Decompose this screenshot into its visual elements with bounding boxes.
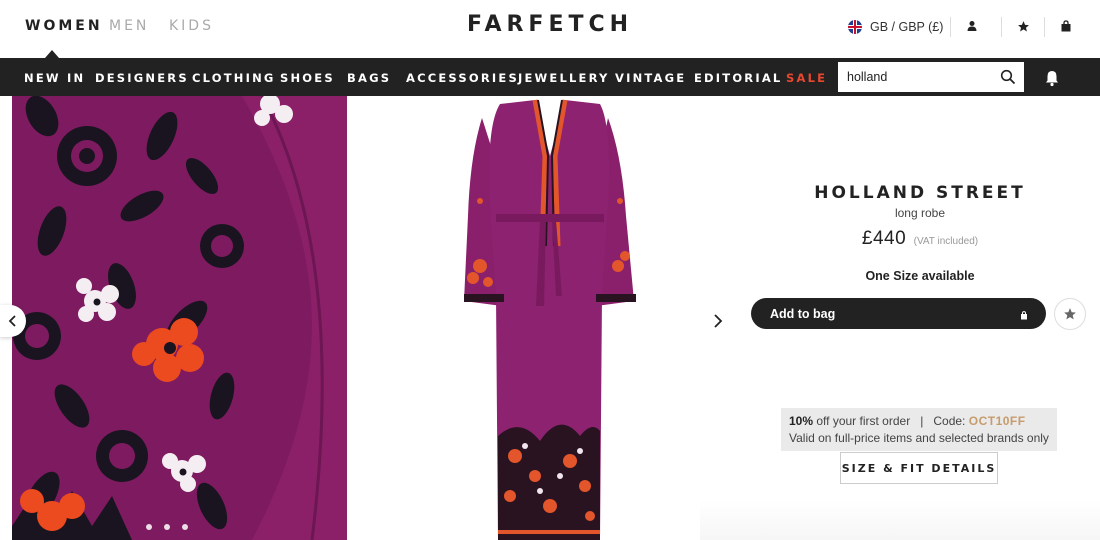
product-price: £440 — [861, 228, 907, 249]
size-availability: One Size available — [865, 269, 975, 283]
nav-item-clothing[interactable]: CLOTHING — [192, 71, 276, 85]
bag-icon[interactable] — [1057, 17, 1075, 35]
bell-icon[interactable] — [1043, 69, 1061, 87]
add-to-bag-label: Add to bag — [770, 306, 836, 321]
gallery-dot[interactable] — [164, 524, 170, 530]
gallery-pagination — [146, 524, 188, 530]
nav-item-sale[interactable]: SALE — [786, 71, 827, 85]
site-logo[interactable]: FARFETCH — [460, 12, 640, 37]
product-brand[interactable]: HOLLAND STREET — [780, 183, 1060, 203]
size-fit-details-button[interactable]: SIZE & FIT DETAILS — [840, 452, 998, 484]
gender-tab-kids[interactable]: KIDS — [169, 18, 214, 34]
nav-item-vintage[interactable]: VINTAGE — [615, 71, 686, 85]
promo-code-label: Code: — [933, 414, 966, 428]
nav-item-designers[interactable]: DESIGNERS — [95, 71, 189, 85]
top-bar: WOMEN MEN KIDS FARFETCH GB / GBP (£) — [0, 0, 1100, 58]
search-input[interactable] — [838, 62, 988, 92]
search-icon[interactable] — [1000, 69, 1016, 85]
promo-divider: | — [920, 414, 924, 428]
gender-tab-men[interactable]: MEN — [109, 18, 149, 34]
nav-item-accessories[interactable]: ACCESSORIES — [406, 71, 519, 85]
nav-item-jewellery[interactable]: JEWELLERY — [518, 71, 610, 85]
gender-tab-women[interactable]: WOMEN — [25, 18, 103, 34]
vat-note: (VAT included) — [913, 236, 979, 247]
divider — [950, 17, 951, 37]
add-to-bag-button[interactable]: Add to bag — [751, 298, 1046, 329]
gallery-dot[interactable] — [146, 524, 152, 530]
active-tab-indicator — [45, 50, 59, 58]
nav-item-bags[interactable]: BAGS — [347, 71, 391, 85]
uk-flag-icon — [848, 20, 862, 34]
star-icon — [1064, 308, 1076, 320]
chevron-right-icon — [714, 314, 723, 328]
region-selector[interactable]: GB / GBP (£) — [848, 18, 943, 36]
nav-item-new-in[interactable]: NEW IN — [24, 71, 85, 85]
promo-text: off your first order — [816, 414, 911, 428]
search-box — [838, 62, 1024, 92]
gallery-next-button[interactable] — [706, 308, 730, 334]
promo-note: Valid on full-price items and selected b… — [789, 431, 1049, 445]
product-name: long robe — [894, 206, 946, 220]
promo-line-1: 10% off your first order | Code: OCT10FF — [789, 413, 1049, 430]
bag-icon — [1020, 309, 1028, 320]
price-row: £440 (VAT included) — [780, 228, 1060, 250]
add-to-wishlist-button[interactable] — [1054, 298, 1086, 330]
region-label: GB / GBP (£) — [870, 20, 944, 34]
nav-item-shoes[interactable]: SHOES — [280, 71, 335, 85]
promo-code: OCT10FF — [968, 414, 1026, 428]
product-image-detail[interactable] — [12, 96, 347, 540]
divider — [1044, 17, 1045, 37]
user-icon[interactable] — [963, 17, 981, 35]
promo-percent: 10% — [789, 414, 814, 428]
chevron-left-icon — [8, 315, 16, 327]
bottom-shade — [700, 500, 1100, 540]
gallery-dot[interactable] — [182, 524, 188, 530]
product-image-main[interactable] — [440, 96, 660, 540]
nav-item-editorial[interactable]: EDITORIAL — [694, 71, 782, 85]
divider — [1001, 17, 1002, 37]
promo-banner: 10% off your first order | Code: OCT10FF… — [781, 408, 1057, 451]
star-icon[interactable] — [1014, 17, 1032, 35]
